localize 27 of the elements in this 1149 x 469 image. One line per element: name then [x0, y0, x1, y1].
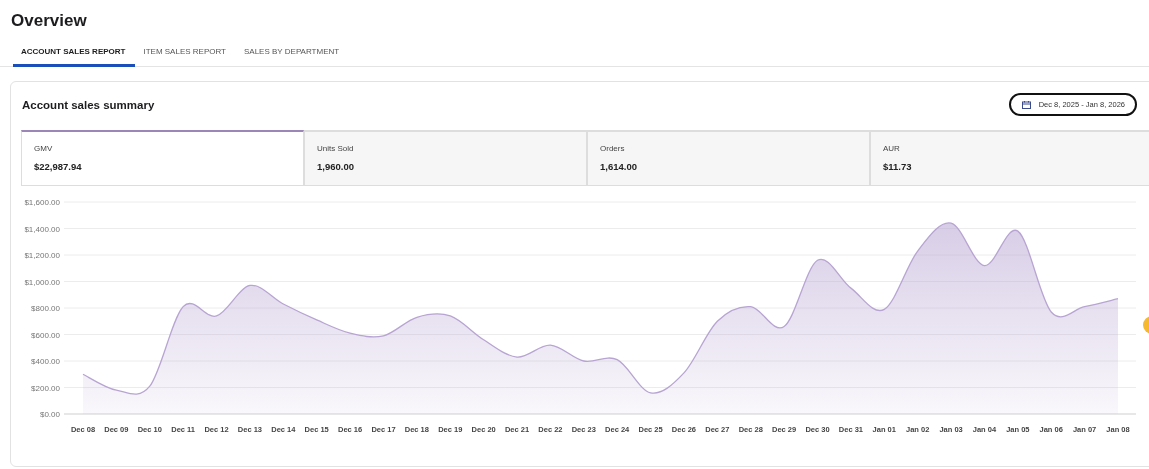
metric-tile[interactable]: Units Sold 1,960.00 [304, 130, 587, 186]
page-title: Overview [11, 10, 87, 31]
y-axis-label: $1,000.00 [24, 277, 60, 287]
y-axis-label: $200.00 [31, 383, 60, 393]
metric-value: 1,614.00 [600, 161, 638, 172]
y-axis-label: $800.00 [31, 304, 60, 313]
metric-tile[interactable]: Orders 1,614.00 [587, 130, 870, 186]
metric-label: AUR [883, 144, 901, 153]
y-axis-label: $400.00 [31, 357, 60, 366]
tab[interactable]: ACCOUNT SALES REPORT [13, 47, 136, 67]
card-title: Account sales summary [22, 98, 155, 111]
y-axis-label: $1,600.00 [24, 198, 60, 207]
y-axis-label: $600.00 [31, 330, 60, 340]
metric-label: Units Sold [317, 144, 355, 153]
metric-tile[interactable]: AUR $11.73 [870, 130, 1149, 186]
metric-value: $11.73 [883, 161, 913, 172]
calendar-icon [1021, 100, 1031, 109]
y-axis-label: $1,400.00 [24, 224, 60, 234]
metric-value: 1,960.00 [317, 161, 355, 172]
metric-tile[interactable]: GMV $22,987.94 [21, 130, 304, 186]
metric-label: Orders [600, 144, 626, 153]
metric-value: $22,987.94 [34, 161, 83, 172]
metric-label: GMV [34, 144, 54, 153]
y-axis-label: $0.00 [39, 410, 60, 419]
tab[interactable]: SALES BY DEPARTMENT [236, 47, 350, 67]
tab[interactable]: ITEM SALES REPORT [135, 47, 236, 67]
y-axis-label: $1,200.00 [24, 251, 60, 260]
